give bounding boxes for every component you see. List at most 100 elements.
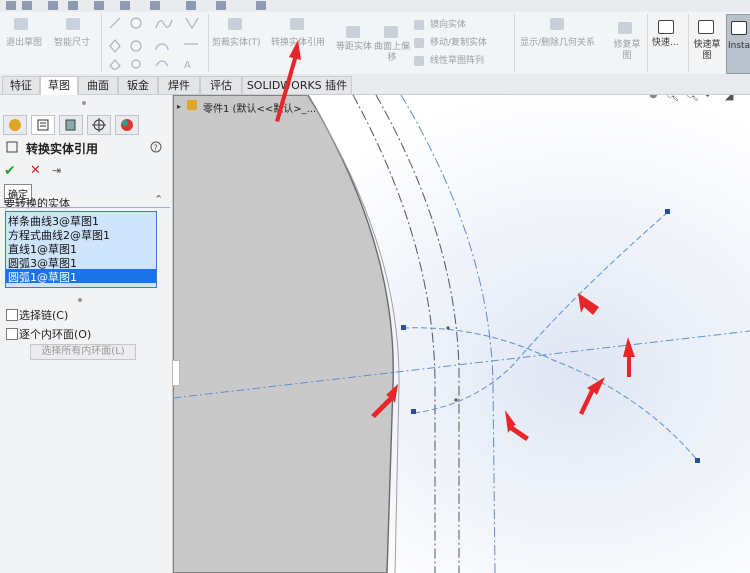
move-copy-entities-button[interactable]: 移动/复制实体 [430,38,487,49]
rapid-sketch-button[interactable]: 快速草图 [690,40,724,62]
list-item-selected[interactable]: 圆弧1@草图1 [6,269,156,284]
instant2d-button[interactable]: Insta [726,14,750,74]
endpoint[interactable] [665,209,670,214]
feature-manager-tab[interactable] [3,115,27,135]
collapse-icon[interactable]: ⌃ [154,193,163,206]
display-icon[interactable] [216,1,226,10]
linear-pattern-icon[interactable] [414,56,424,66]
zoom-area-icon[interactable]: 🔍︎ [685,95,699,102]
dimxpert-tab[interactable] [87,115,111,135]
endpoint[interactable] [695,458,700,463]
appearance-icon [121,119,133,131]
tab-sheet-metal[interactable]: 钣金 [118,76,158,94]
rapid-sketch-icon[interactable] [698,20,714,34]
help-icon[interactable]: ? [150,141,162,153]
convert-entities-icon[interactable] [290,18,304,30]
tab-features[interactable]: 特征 [2,76,40,94]
tab-sketch[interactable]: 草图 [40,76,78,95]
entities-section-header[interactable]: 要转换的实体 ⌃ [4,193,166,210]
instant2d-icon [731,21,747,35]
pin-dialog-icon[interactable]: ⇥ [52,164,61,177]
separator [514,14,515,72]
quick-snaps-button[interactable]: 快速... [652,38,679,49]
configuration-manager-tab[interactable] [59,115,83,135]
wrench-icon[interactable] [22,1,32,10]
property-list-icon [37,119,49,131]
view-icon[interactable] [186,1,196,10]
rebuild-icon[interactable] [94,1,104,10]
trim-icon[interactable] [228,18,242,30]
select-all-inner-loops-button[interactable]: 选择所有内环面(L) [30,344,136,360]
instant2d-label: Insta [728,41,750,51]
relations-icon[interactable] [550,18,564,30]
sketch-entity-icons[interactable]: A [106,16,206,71]
smart-dimension-icon[interactable] [66,18,80,30]
monitor-icon[interactable] [256,1,266,10]
mirror-icon[interactable] [414,20,424,30]
separator [647,14,648,72]
annotation-arrow [275,40,301,122]
smart-dimension-button[interactable]: 智能尺寸 [54,38,90,49]
tab-surfaces[interactable]: 曲面 [78,76,118,94]
offset-entities-button[interactable]: 等距实体 [336,42,372,53]
panel-splitter[interactable] [172,360,180,386]
exit-sketch-icon[interactable] [14,18,28,30]
offset-on-surface-icon[interactable] [384,26,398,38]
sketch-entities-group: A [106,16,206,71]
search-icon[interactable]: 🔍︎ [665,95,679,102]
tab-evaluate[interactable]: 评估 [200,76,242,94]
graphics-area[interactable]: ▸ 零件1 (默认<<默认>_... ● 🔍︎ 🔍︎ ↶ ◢ [173,95,750,573]
expand-icon[interactable]: ▸ [177,102,181,111]
command-manager-ribbon: 退出草图 智能尺寸 A 剪裁实体(T) 转换实体引用 [0,0,750,75]
ok-button[interactable]: ✔ [4,163,16,179]
svg-text:A: A [184,60,191,70]
repair-sketch-button[interactable]: 修复草图 [612,40,642,62]
options-icon[interactable] [150,1,160,10]
feature-tree-icon [9,119,21,131]
property-manager-tab[interactable] [31,115,55,135]
list-resize-grip[interactable] [78,298,82,302]
select-chain-label[interactable]: 选择链(C) [19,307,68,323]
each-inner-loop-label[interactable]: 逐个内环面(O) [19,326,91,342]
select-chain-checkbox[interactable] [6,309,18,321]
move-icon[interactable] [414,38,424,48]
vertex [454,398,458,402]
heads-up-toolbar: ● 🔍︎ 🔍︎ ↶ ◢ [649,95,749,105]
display-delete-relations-button[interactable]: 显示/删除几何关系 [520,38,595,49]
each-inner-loop-checkbox[interactable] [6,328,18,340]
offset-entities-icon[interactable] [346,26,360,38]
repair-sketch-icon[interactable] [618,22,632,34]
graphics-scene [173,95,750,573]
panel-grip[interactable] [82,101,86,105]
command-manager-tabs: 特征 草图 曲面 钣金 焊件 评估 SOLIDWORKS 插件 [0,74,750,95]
vertex [446,326,450,330]
endpoint[interactable] [411,409,416,414]
pin-icon[interactable] [6,1,16,10]
divider [0,207,170,208]
svg-text:?: ? [154,144,158,153]
cancel-button[interactable]: ✕ [30,163,41,178]
zoom-icon[interactable]: ● [649,95,658,100]
section-title: 要转换的实体 [4,197,70,210]
annotation-arrow-overlay [275,40,301,122]
trim-entities-button[interactable]: 剪裁实体(T) [212,38,261,49]
exit-sketch-button[interactable]: 退出草图 [6,38,42,49]
tab-weldments[interactable]: 焊件 [158,76,200,94]
separator [101,14,102,72]
separator [208,14,209,72]
display-manager-tab[interactable] [115,115,139,135]
undo-icon[interactable] [48,1,58,10]
quick-snaps-icon[interactable] [658,20,674,34]
endpoint[interactable] [401,325,406,330]
section-view-icon[interactable]: ◢ [725,95,733,102]
mirror-entities-button[interactable]: 镜向实体 [430,20,466,31]
previous-view-icon[interactable]: ↶ [705,95,714,102]
linear-pattern-button[interactable]: 线性草图阵列 [430,56,484,67]
select-icon[interactable] [68,1,78,10]
crosshair-icon [92,118,106,132]
part-icon [187,100,197,110]
offset-on-surface-button[interactable]: 曲面上偏移 [374,42,410,64]
quick-access-toolbar [0,0,750,12]
file-icon[interactable] [120,1,130,10]
entities-selection-box[interactable]: 样条曲线3@草图1 方程式曲线2@草图1 直线1@草图1 圆弧3@草图1 圆弧1… [5,211,157,288]
